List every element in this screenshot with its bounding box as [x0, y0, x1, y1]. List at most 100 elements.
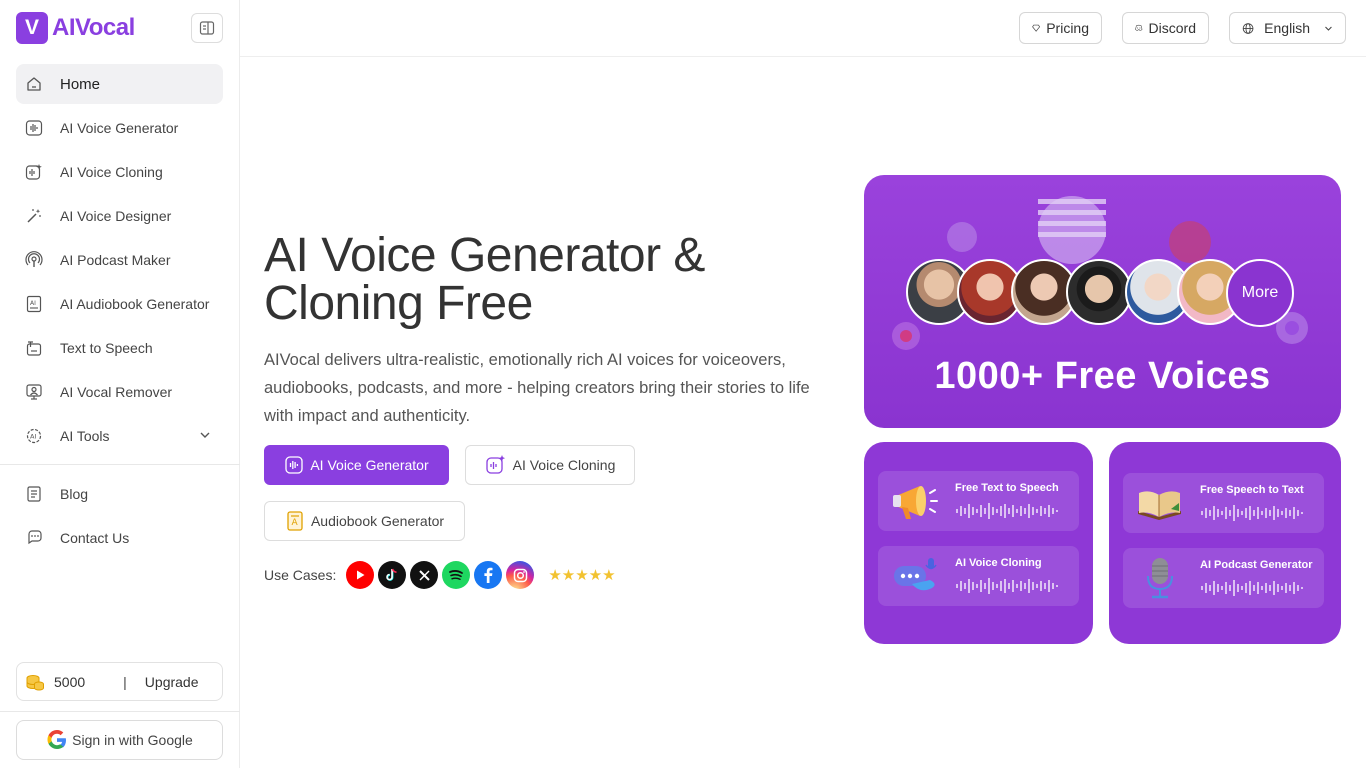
- more-voices-button[interactable]: More: [1226, 259, 1294, 327]
- sidebar-item-ai-tools[interactable]: AI AI Tools: [16, 416, 223, 456]
- hero-title-line-2: Cloning Free: [264, 277, 533, 330]
- brand-logo[interactable]: V AIVocal: [16, 12, 135, 44]
- ai-tools-icon: AI: [24, 426, 44, 446]
- tiktok-icon[interactable]: [378, 561, 407, 589]
- svg-text:A: A: [291, 518, 298, 528]
- sidebar-item-label: AI Voice Designer: [60, 208, 172, 224]
- use-cases-label: Use Cases:: [264, 567, 337, 583]
- megaphone-icon: [893, 486, 938, 519]
- waveform-icon: [956, 503, 1058, 519]
- pricing-label: Pricing: [1046, 20, 1089, 36]
- blog-icon: [24, 484, 44, 504]
- upgrade-link[interactable]: Upgrade: [145, 674, 199, 690]
- vocal-remover-icon: [24, 382, 44, 402]
- voice-wave-icon: [285, 456, 303, 474]
- sidebar-item-ai-podcast-maker[interactable]: AI Podcast Maker: [16, 240, 223, 280]
- x-icon[interactable]: [410, 561, 439, 589]
- globe-icon: [1242, 22, 1254, 34]
- voice-avatar-4[interactable]: [1066, 259, 1132, 325]
- feature-ai-voice-cloning[interactable]: AI Voice Cloning: [878, 546, 1079, 606]
- sidebar-item-ai-voice-generator[interactable]: AI Voice Generator: [16, 108, 223, 148]
- free-voices-card[interactable]: More 1000+ Free Voices: [864, 175, 1341, 428]
- language-selector[interactable]: English: [1229, 12, 1346, 44]
- audiobook-icon: AI: [24, 294, 44, 314]
- sidebar-item-text-to-speech[interactable]: Text to Speech: [16, 328, 223, 368]
- podcast-icon: [24, 250, 44, 270]
- sidebar-item-label: AI Voice Cloning: [60, 164, 163, 180]
- feature-ai-podcast-generator[interactable]: AI Podcast Generator: [1123, 548, 1324, 608]
- brand-name: AIVocal: [52, 14, 135, 41]
- spotify-icon[interactable]: [442, 561, 471, 589]
- sidebar-item-contact-us[interactable]: Contact Us: [16, 518, 223, 558]
- stt-features-card[interactable]: Free Speech to Text AI Podcast Generator: [1109, 442, 1341, 644]
- sidebar-item-ai-audiobook-generator[interactable]: AI AI Audiobook Generator: [16, 284, 223, 324]
- discord-label: Discord: [1148, 20, 1196, 36]
- discord-button[interactable]: Discord: [1122, 12, 1209, 44]
- credits-amount: 5000: [54, 673, 86, 690]
- sidebar-item-label: Contact Us: [60, 530, 130, 546]
- credits-separator: |: [123, 673, 127, 690]
- coins-icon: [26, 674, 44, 690]
- ai-voice-generator-button[interactable]: AI Voice Generator: [264, 445, 449, 485]
- sidebar-item-home[interactable]: Home: [16, 64, 223, 104]
- diamond-icon: [1032, 24, 1041, 32]
- use-cases-row: Use Cases: ★★★★★: [264, 561, 616, 589]
- credits-bar[interactable]: 5000 | Upgrade: [16, 662, 223, 701]
- sidebar-item-label: AI Audiobook Generator: [60, 296, 210, 312]
- cta-label: AI Voice Generator: [310, 457, 429, 473]
- waveform-icon: [956, 578, 1058, 594]
- feature-free-speech-to-text[interactable]: Free Speech to Text: [1123, 473, 1324, 533]
- cta-label: Audiobook Generator: [310, 513, 445, 529]
- home-icon: [24, 74, 44, 94]
- sidebar-item-label: AI Podcast Maker: [60, 252, 171, 268]
- chevron-down-icon: [1325, 26, 1332, 31]
- top-header: Pricing Discord English: [240, 0, 1366, 57]
- voice-clone-icon: [24, 162, 44, 182]
- youtube-icon[interactable]: [346, 561, 375, 589]
- waveform-icon: [1201, 580, 1303, 596]
- sidebar-item-ai-vocal-remover[interactable]: AI Vocal Remover: [16, 372, 223, 412]
- sidebar-item-blog[interactable]: Blog: [16, 474, 223, 514]
- language-label: English: [1264, 20, 1311, 36]
- contact-icon: [24, 528, 44, 548]
- open-book-icon: [1138, 491, 1181, 520]
- chat-bubble-icon: [894, 558, 937, 591]
- microphone-icon: [1147, 558, 1173, 599]
- tts-features-card[interactable]: Free Text to Speech AI Voice Cloning: [864, 442, 1093, 644]
- google-icon: [47, 730, 67, 749]
- ai-voice-cloning-button[interactable]: AI Voice Cloning: [465, 445, 635, 485]
- sidebar-item-ai-voice-designer[interactable]: AI Voice Designer: [16, 196, 223, 236]
- sidebar-item-ai-voice-cloning[interactable]: AI Voice Cloning: [16, 152, 223, 192]
- text-to-speech-icon: [24, 338, 44, 358]
- sidebar-item-label: AI Voice Generator: [60, 120, 179, 136]
- sidebar-secondary-nav: Blog Contact Us: [16, 474, 223, 562]
- audiobook-icon: A: [287, 511, 303, 531]
- sidebar-item-label: Blog: [60, 486, 89, 502]
- hero-title-line-1: AI Voice Generator &: [264, 229, 705, 282]
- google-signin-button[interactable]: Sign in with Google: [16, 720, 223, 760]
- instagram-icon[interactable]: [506, 561, 535, 589]
- facebook-icon[interactable]: [474, 561, 503, 589]
- chevron-down-icon: [199, 428, 211, 444]
- audiobook-generator-button[interactable]: A Audiobook Generator: [264, 501, 465, 541]
- logo-badge: V: [16, 12, 48, 44]
- svg-text:AI: AI: [30, 433, 36, 441]
- hero-title: AI Voice Generator & Cloning Free: [264, 232, 824, 328]
- feature-label: Free Text to Speech: [955, 482, 1059, 494]
- sidebar-item-label: AI Tools: [60, 428, 110, 444]
- hero-description: AIVocal delivers ultra-realistic, emotio…: [264, 351, 810, 425]
- sidebar-item-label: Home: [60, 75, 101, 93]
- waveform-icon: [1201, 505, 1303, 521]
- sidebar: V AIVocal Home AI Voice Generator AI Voi…: [0, 0, 240, 768]
- free-voices-title: 1000+ Free Voices: [934, 355, 1271, 397]
- feature-label: AI Podcast Generator: [1200, 559, 1313, 571]
- magic-wand-icon: [24, 206, 44, 226]
- pricing-button[interactable]: Pricing: [1019, 12, 1102, 44]
- feature-label: Free Speech to Text: [1200, 484, 1304, 496]
- sidebar-nav: Home AI Voice Generator AI Voice Cloning…: [16, 64, 223, 460]
- feature-label: AI Voice Cloning: [955, 557, 1042, 569]
- feature-free-tts[interactable]: Free Text to Speech: [878, 471, 1079, 531]
- discord-icon: [1135, 24, 1143, 31]
- voice-clone-icon: [485, 455, 505, 474]
- collapse-sidebar-button[interactable]: [191, 13, 223, 43]
